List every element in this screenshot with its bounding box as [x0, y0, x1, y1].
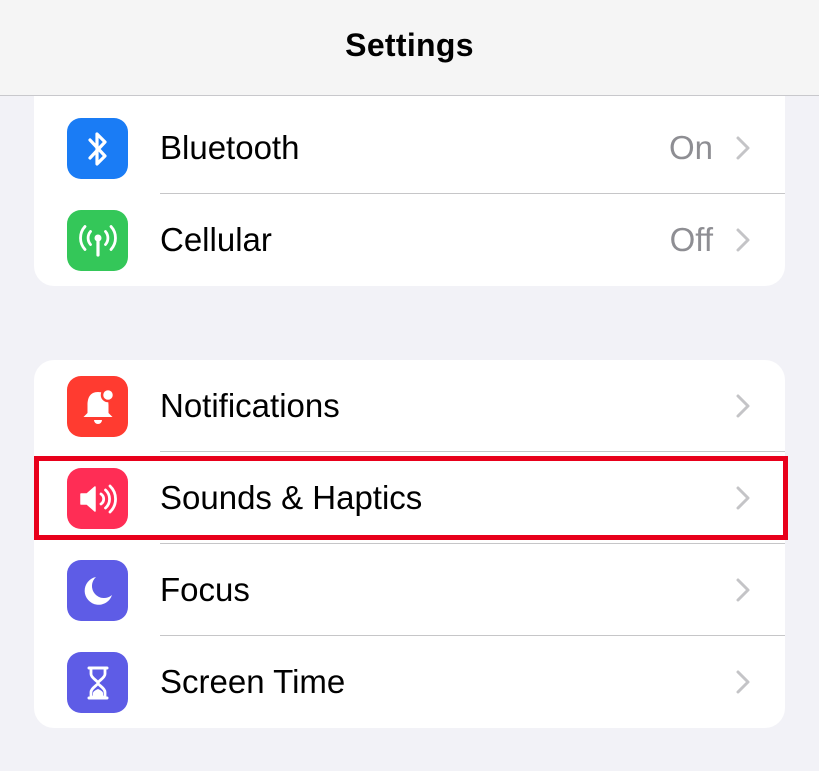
- settings-row-sounds-haptics[interactable]: Sounds & Haptics: [34, 452, 785, 544]
- page-title: Settings: [345, 27, 474, 63]
- focus-label: Focus: [160, 571, 250, 608]
- chevron-right-icon: [736, 578, 750, 602]
- notifications-label: Notifications: [160, 387, 340, 424]
- cellular-status: Off: [669, 221, 713, 258]
- settings-row-notifications[interactable]: Notifications: [34, 360, 785, 452]
- screen-time-label: Screen Time: [160, 663, 346, 700]
- settings-group-notifications: Notifications Sounds & Haptics Focus Scr…: [34, 360, 785, 728]
- settings-row-bluetooth[interactable]: Bluetooth On: [34, 102, 785, 194]
- cellular-antenna-icon: [67, 210, 128, 271]
- chevron-right-icon: [736, 670, 750, 694]
- moon-icon: [67, 560, 128, 621]
- chevron-right-icon: [736, 228, 750, 252]
- hourglass-icon: [67, 652, 128, 713]
- chevron-right-icon: [736, 486, 750, 510]
- navigation-bar: Settings: [0, 0, 819, 96]
- cellular-label: Cellular: [160, 221, 272, 258]
- settings-row-focus[interactable]: Focus: [34, 544, 785, 636]
- chevron-right-icon: [736, 394, 750, 418]
- bluetooth-status: On: [668, 129, 713, 166]
- sounds-haptics-label: Sounds & Haptics: [160, 479, 423, 516]
- chevron-right-icon: [736, 136, 750, 160]
- settings-row-cellular[interactable]: Cellular Off: [34, 194, 785, 286]
- settings-row-screen-time[interactable]: Screen Time: [34, 636, 785, 728]
- bluetooth-label: Bluetooth: [160, 129, 300, 166]
- speaker-icon: [67, 468, 128, 529]
- bell-icon: [67, 376, 128, 437]
- bluetooth-icon: [67, 118, 128, 179]
